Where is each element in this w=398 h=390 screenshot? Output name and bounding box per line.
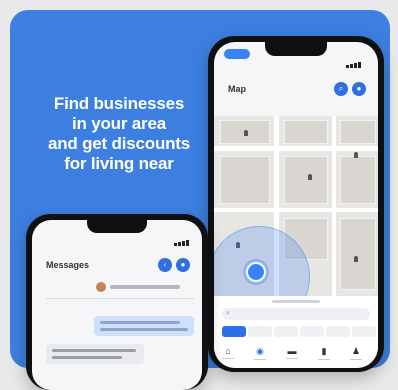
search-icon[interactable]: ⌕ <box>334 82 348 96</box>
time-pill <box>224 49 250 59</box>
category-chip[interactable] <box>222 326 246 337</box>
tab-bar: ⌂ ◉ ▬ ▮ ♟ <box>214 344 378 366</box>
status-bar <box>214 42 378 68</box>
category-chip[interactable] <box>248 326 272 337</box>
search-icon: ⌕ <box>226 310 230 317</box>
headline-line: for living near <box>64 154 174 173</box>
message-bubble-outgoing <box>94 316 194 336</box>
map-pin-icon[interactable] <box>354 152 358 158</box>
map-view[interactable]: ➤ <box>214 116 378 296</box>
signal-icon <box>174 228 190 246</box>
notch <box>265 42 327 56</box>
map-pin-icon[interactable] <box>308 174 312 180</box>
messages-phone: Messages ‹ ● <box>26 214 208 390</box>
map-pin-icon[interactable] <box>244 130 248 136</box>
back-icon[interactable]: ‹ <box>158 258 172 272</box>
headline-line: Find businesses <box>53 94 185 113</box>
headline-line: and get discounts <box>47 134 191 153</box>
category-chip[interactable] <box>352 326 376 337</box>
category-chip[interactable] <box>326 326 350 337</box>
messages-screen: Messages ‹ ● <box>32 220 202 390</box>
headline-line: in your area <box>72 114 166 133</box>
divider <box>46 298 194 299</box>
user-location-dot <box>246 262 266 282</box>
avatar <box>96 282 106 292</box>
map-icon[interactable]: ◉ <box>250 346 270 360</box>
profile-icon[interactable]: ● <box>176 258 190 272</box>
chat-icon[interactable]: ▬ <box>282 346 302 359</box>
search-input[interactable]: ⌕ <box>222 308 370 320</box>
map-screen: Map ⌕ ● ➤ ⌕ <box>214 42 378 368</box>
contact-name <box>110 285 180 289</box>
bookmark-icon[interactable]: ▮ <box>314 346 334 360</box>
profile-icon[interactable]: ● <box>352 82 366 96</box>
sheet-grabber[interactable] <box>272 300 320 303</box>
person-icon[interactable]: ♟ <box>346 346 366 360</box>
headline: Find businesses in your area and get dis… <box>30 94 208 174</box>
category-chips <box>222 326 376 337</box>
map-phone: Map ⌕ ● ➤ ⌕ <box>208 36 384 372</box>
contact-row[interactable] <box>96 282 196 292</box>
notch <box>87 220 147 233</box>
map-pin-icon[interactable] <box>354 256 358 262</box>
home-icon[interactable]: ⌂ <box>218 346 238 359</box>
signal-icon <box>346 50 368 68</box>
page-title: Map <box>228 84 246 94</box>
bottom-sheet: ⌕ ⌂ ◉ ▬ ▮ ♟ <box>214 296 378 368</box>
category-chip[interactable] <box>274 326 298 337</box>
message-bubble-incoming <box>46 344 144 364</box>
page-title: Messages <box>46 260 90 270</box>
category-chip[interactable] <box>300 326 324 337</box>
